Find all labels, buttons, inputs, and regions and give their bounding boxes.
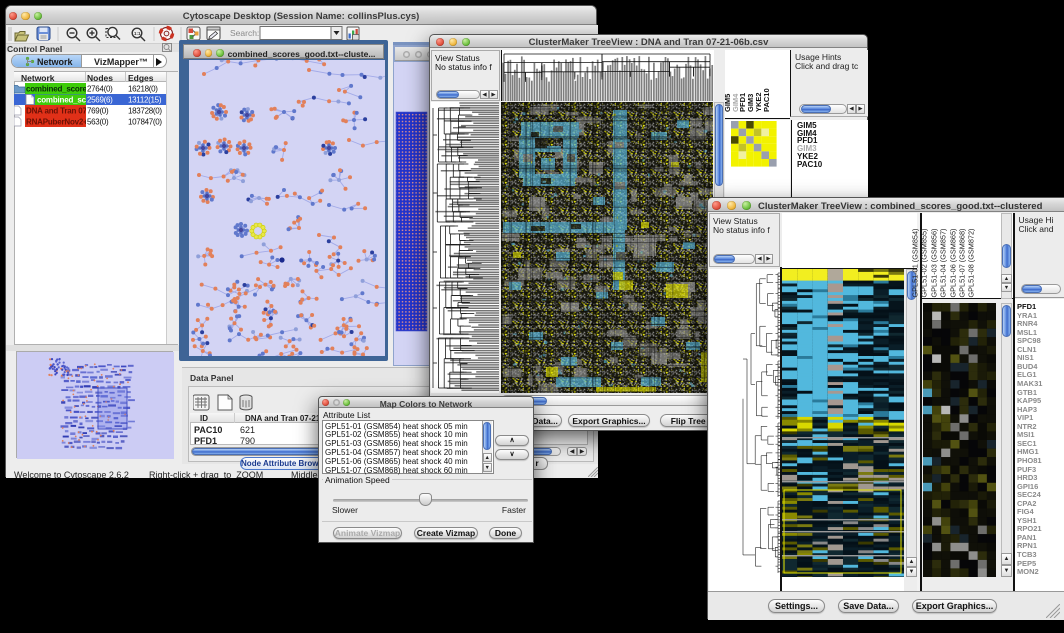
svg-text:183728(0): 183728(0) [128,107,162,116]
svg-text:107847(0): 107847(0) [128,118,162,127]
svg-text:2764(0): 2764(0) [87,85,113,94]
svg-text:DNA and Tran 07: DNA and Tran 07 [26,107,87,116]
svg-text:combined_sco: combined_sco [37,96,91,105]
svg-text:563(0): 563(0) [87,118,109,127]
svg-text:769(0): 769(0) [87,107,109,116]
svg-text:Search:: Search: [230,28,259,38]
svg-text:combined_scores_: combined_scores_ [26,85,96,94]
svg-text:1:1: 1:1 [134,31,141,36]
svg-text:RNAPuberNov2+!: RNAPuberNov2+! [26,118,90,127]
svg-text:13112(15): 13112(15) [128,96,162,105]
svg-text:2569(6): 2569(6) [87,96,113,105]
svg-text:16218(0): 16218(0) [128,85,158,94]
